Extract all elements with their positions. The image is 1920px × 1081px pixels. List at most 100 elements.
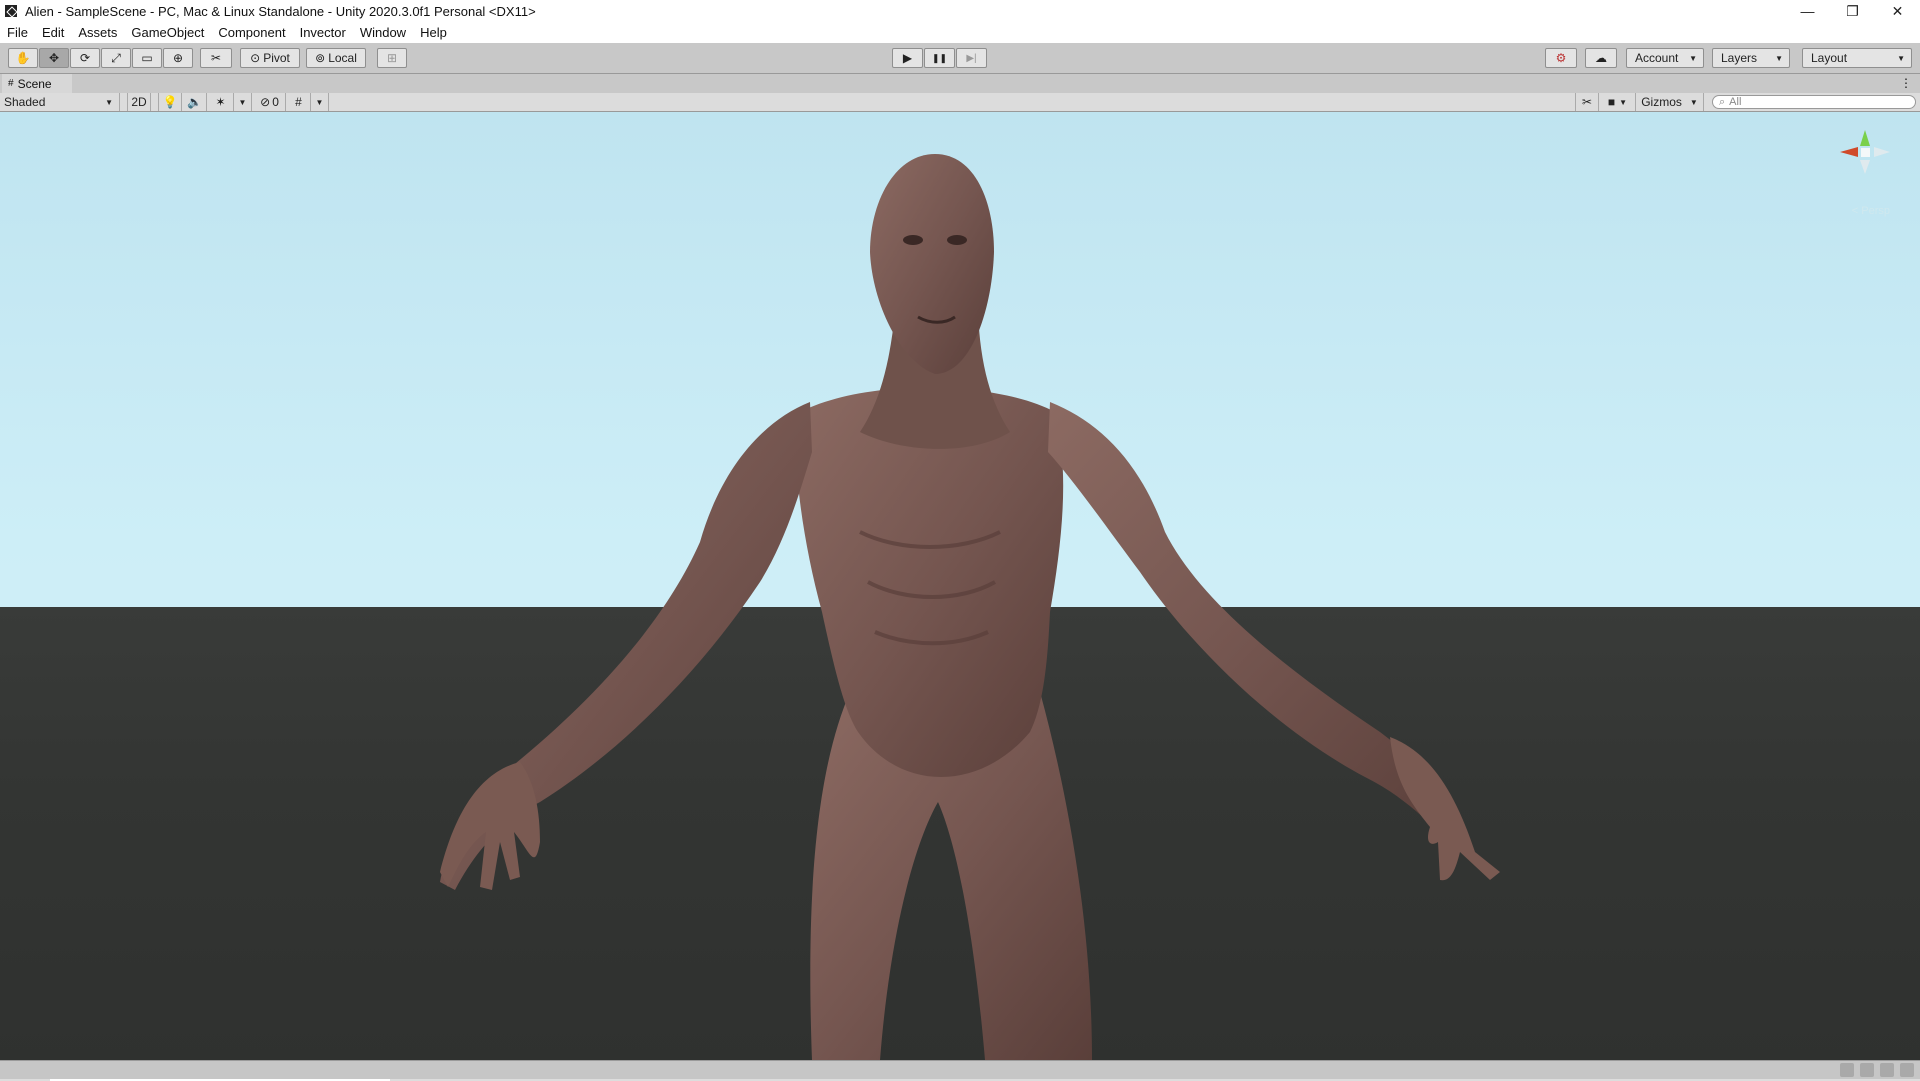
auto-generate-lighting-icon[interactable]: [1840, 1063, 1854, 1077]
hidden-objects-toggle[interactable]: ⊘ 0: [254, 93, 286, 111]
account-dropdown[interactable]: Account ▼: [1626, 48, 1704, 68]
grid-icon: #: [295, 95, 302, 109]
layout-label: Layout: [1811, 51, 1848, 65]
neg-x-axis-cone[interactable]: [1874, 147, 1890, 157]
right-hand: [1390, 737, 1500, 881]
hidden-count: 0: [272, 95, 279, 109]
y-axis-cone[interactable]: [1860, 130, 1870, 146]
transform-tool-button[interactable]: ⊕: [163, 48, 193, 68]
effects-toggle[interactable]: ✶: [208, 93, 234, 111]
menu-edit[interactable]: Edit: [35, 25, 71, 40]
lightbulb-icon: 💡: [162, 95, 178, 109]
rect-icon: ▭: [141, 51, 153, 65]
restore-button[interactable]: ❐: [1830, 0, 1875, 22]
play-button[interactable]: ▶: [892, 48, 923, 68]
eye-slash-icon: ⊘: [260, 95, 271, 109]
grid-dropdown[interactable]: ▼: [311, 93, 329, 111]
shading-mode-dropdown[interactable]: Shaded ▼: [0, 93, 120, 111]
camera-icon: ■: [1607, 95, 1616, 109]
speaker-icon: 🔈: [187, 95, 202, 109]
chevron-down-icon: ▼: [1897, 53, 1905, 63]
menu-window[interactable]: Window: [353, 25, 413, 40]
right-arm: [1048, 402, 1460, 842]
step-button[interactable]: ▶|: [956, 48, 987, 68]
main-toolbar: ✋ ✥ ⟳ ⤢ ▭ ⊕ ✂ ⊙ Pivot ⊚ Local ⊞ ▶ ❚❚ ▶| …: [0, 43, 1920, 74]
search-icon: ⌕: [1719, 95, 1726, 108]
tools-icon: ✂: [1581, 95, 1593, 109]
2d-toggle[interactable]: 2D: [127, 93, 151, 111]
effects-dropdown[interactable]: ▼: [234, 93, 252, 111]
chevron-down-icon: ▼: [1689, 53, 1697, 63]
gizmos-dropdown[interactable]: Gizmos ▼: [1636, 93, 1704, 111]
scene-viewport[interactable]: < Persp: [0, 112, 1920, 1060]
layers-label: Layers: [1721, 51, 1758, 65]
orientation-gizmo[interactable]: [1830, 122, 1900, 212]
close-button[interactable]: ✕: [1875, 0, 1920, 22]
rotate-icon: ⟳: [79, 51, 91, 65]
tab-scene[interactable]: # Scene: [2, 74, 72, 93]
grid-snap-button[interactable]: ⊞: [377, 48, 407, 68]
search-placeholder: All: [1729, 96, 1742, 108]
scale-tool-button[interactable]: ⤢: [101, 48, 131, 68]
menu-assets[interactable]: Assets: [71, 25, 124, 40]
effects-icon: ✶: [215, 95, 226, 109]
menu-component[interactable]: Component: [211, 25, 292, 40]
local-icon: ⊚: [315, 51, 326, 65]
collab-icon: ⚙: [1555, 51, 1567, 65]
layout-dropdown[interactable]: Layout ▼: [1802, 48, 1912, 68]
move-tool-button[interactable]: ✥: [39, 48, 69, 68]
menu-help[interactable]: Help: [413, 25, 454, 40]
scale-icon: ⤢: [111, 50, 121, 65]
grid-snap-icon: ⊞: [386, 51, 398, 65]
debug-icon[interactable]: [1880, 1063, 1894, 1077]
pause-icon: ❚❚: [931, 52, 948, 63]
window-controls: — ❐ ✕: [1785, 0, 1920, 22]
status-icons: [1840, 1063, 1914, 1077]
collab-button[interactable]: ⚙: [1545, 48, 1577, 68]
tab-scene-label: Scene: [17, 76, 52, 91]
cloud-button[interactable]: ☁: [1585, 48, 1617, 68]
step-icon: ▶|: [966, 52, 977, 64]
scene-search-input[interactable]: ⌕ All: [1712, 95, 1916, 109]
window-title: Alien - SampleScene - PC, Mac & Linux St…: [25, 3, 536, 19]
local-label: Local: [328, 51, 357, 65]
chevron-down-icon: ▼: [1619, 97, 1628, 107]
move-icon: ✥: [48, 51, 60, 65]
pivot-toggle[interactable]: ⊙ Pivot: [240, 48, 300, 68]
lighting-toggle[interactable]: 💡: [158, 93, 182, 111]
rotate-tool-button[interactable]: ⟳: [70, 48, 100, 68]
status-bar: [0, 1060, 1920, 1081]
hand-tool-button[interactable]: ✋: [8, 48, 38, 68]
left-eye: [903, 235, 923, 245]
audio-toggle[interactable]: 🔈: [183, 93, 207, 111]
scene-tab-bar: # Scene ⋮: [0, 74, 1920, 94]
right-eye: [947, 235, 967, 245]
custom-tool-button[interactable]: ✂: [200, 48, 232, 68]
layers-dropdown[interactable]: Layers ▼: [1712, 48, 1790, 68]
x-axis-cone[interactable]: [1840, 147, 1858, 157]
gizmo-center[interactable]: [1861, 148, 1870, 157]
minimize-button[interactable]: —: [1785, 0, 1830, 22]
cloud-icon: ☁: [1595, 51, 1607, 65]
alien-model[interactable]: [0, 112, 1920, 1060]
chevron-down-icon: ▼: [1775, 53, 1783, 63]
kebab-menu-icon[interactable]: ⋮: [1900, 76, 1912, 90]
local-toggle[interactable]: ⊚ Local: [306, 48, 366, 68]
menu-invector[interactable]: Invector: [293, 25, 353, 40]
menu-bar: File Edit Assets GameObject Component In…: [0, 22, 1920, 43]
pause-button[interactable]: ❚❚: [924, 48, 955, 68]
chevron-down-icon: ▼: [1689, 97, 1698, 107]
camera-dropdown[interactable]: ■ ▼: [1600, 93, 1636, 111]
perspective-label[interactable]: < Persp: [1852, 205, 1890, 217]
grid-toggle[interactable]: #: [287, 93, 311, 111]
menu-gameobject[interactable]: GameObject: [124, 25, 211, 40]
tools-overlay-button[interactable]: ✂: [1575, 93, 1599, 111]
settings-icon[interactable]: [1900, 1063, 1914, 1077]
rect-tool-button[interactable]: ▭: [132, 48, 162, 68]
title-bar: Alien - SampleScene - PC, Mac & Linux St…: [0, 0, 1920, 22]
cache-server-icon[interactable]: [1860, 1063, 1874, 1077]
account-label: Account: [1635, 51, 1679, 65]
neg-y-axis-cone[interactable]: [1860, 160, 1870, 174]
menu-file[interactable]: File: [0, 25, 35, 40]
custom-tool-icon: ✂: [210, 51, 222, 65]
